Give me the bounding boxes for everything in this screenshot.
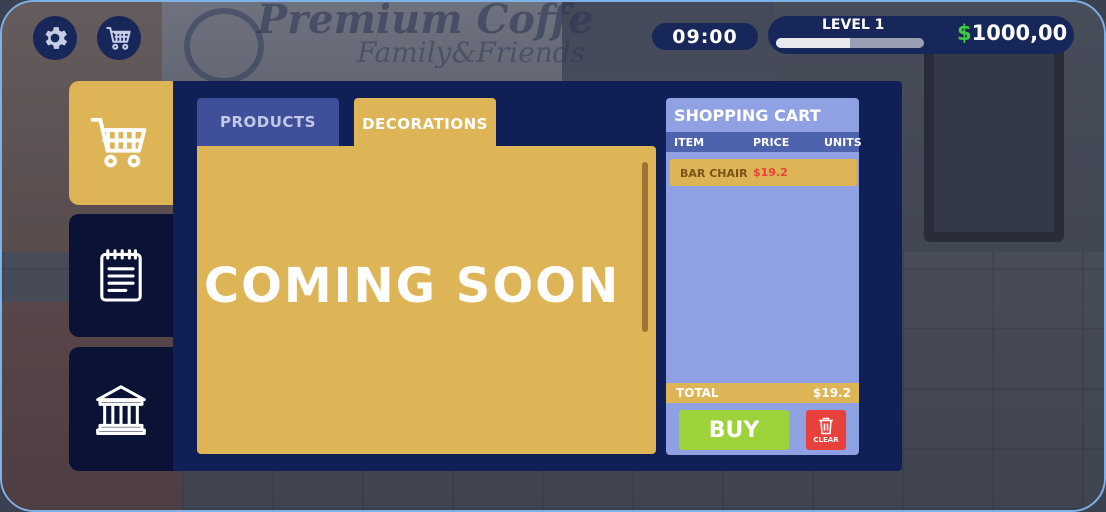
clear-button[interactable]: CLEAR bbox=[806, 410, 846, 450]
cart-column-units: UNITS bbox=[824, 136, 862, 149]
cart-total-value: $19.2 bbox=[813, 386, 851, 400]
cart-title: SHOPPING CART bbox=[674, 106, 821, 125]
cart-column-item: ITEM bbox=[674, 136, 705, 149]
trash-icon bbox=[819, 417, 833, 434]
level-progress-bar bbox=[776, 38, 924, 48]
sidebar-item-bank[interactable] bbox=[69, 347, 173, 471]
shop-button[interactable] bbox=[97, 16, 141, 60]
clear-label: CLEAR bbox=[813, 435, 839, 444]
shopping-cart-icon bbox=[90, 117, 147, 168]
cart-column-price: PRICE bbox=[753, 136, 790, 149]
products-content-area: COMING SOON bbox=[197, 146, 656, 454]
cart-item-row[interactable]: BAR CHAIR $19.2 bbox=[670, 159, 857, 186]
currency-symbol: $ bbox=[957, 21, 972, 45]
sidebar-item-shop[interactable] bbox=[69, 81, 173, 205]
cart-total-row: TOTAL $19.2 bbox=[666, 383, 859, 403]
money-display: $1000,00 bbox=[957, 21, 1067, 45]
shopping-cart-icon bbox=[106, 27, 131, 50]
settings-button[interactable] bbox=[33, 16, 77, 60]
cart-header-row: ITEM PRICE UNITS bbox=[666, 132, 862, 152]
gear-icon bbox=[45, 27, 68, 49]
content-scrollbar[interactable] bbox=[642, 162, 648, 332]
buy-button[interactable]: BUY bbox=[679, 410, 789, 450]
sidebar-item-notes[interactable] bbox=[69, 214, 173, 337]
level-label: LEVEL 1 bbox=[822, 17, 885, 33]
coming-soon-text: COMING SOON bbox=[203, 258, 621, 314]
tab-products[interactable]: PRODUCTS bbox=[197, 98, 339, 146]
money-amount: 1000,00 bbox=[971, 21, 1068, 45]
cart-total-label: TOTAL bbox=[676, 386, 719, 400]
notepad-icon bbox=[100, 248, 142, 302]
cart-item-name: BAR CHAIR bbox=[680, 167, 748, 180]
level-progress-fill bbox=[776, 38, 850, 48]
bank-icon bbox=[96, 385, 146, 436]
game-clock: 09:00 bbox=[652, 23, 758, 50]
tab-decorations[interactable]: DECORATIONS bbox=[354, 98, 496, 150]
cart-item-price: $19.2 bbox=[753, 166, 788, 179]
